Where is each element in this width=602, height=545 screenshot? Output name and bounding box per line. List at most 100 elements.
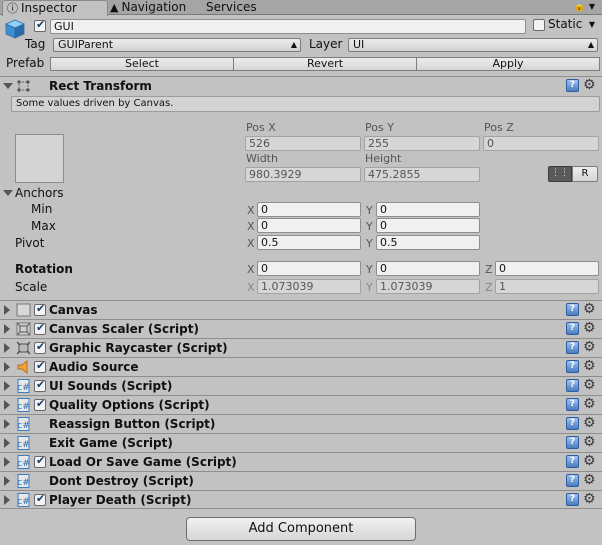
component-enabled-checkbox[interactable]: [34, 397, 46, 411]
rotation-x-field[interactable]: 0: [257, 261, 361, 276]
rotation-y-field[interactable]: 0: [376, 261, 480, 276]
anchor-min-x-field[interactable]: 0: [257, 202, 361, 217]
tag-dropdown[interactable]: GUIParent ▲︎: [53, 38, 301, 52]
component-graphic-raycaster[interactable]: Graphic Raycaster (Script) ? ⚙: [0, 338, 602, 357]
gameobject-active-checkbox[interactable]: [34, 18, 46, 32]
anchor-max-x-field[interactable]: 0: [257, 218, 361, 233]
anchor-max-y-field[interactable]: 0: [376, 218, 480, 233]
pivot-x-field[interactable]: 0.5: [257, 235, 361, 250]
foldout-arrow-icon[interactable]: [4, 400, 10, 410]
gear-icon[interactable]: ⚙: [583, 320, 596, 336]
component-enabled-checkbox[interactable]: [34, 359, 46, 373]
pos-z-field[interactable]: 0: [483, 136, 599, 151]
component-player-death[interactable]: c# Player Death (Script) ? ⚙: [0, 490, 602, 509]
help-book-icon[interactable]: ?: [566, 360, 579, 373]
anchor-min-y-field[interactable]: 0: [376, 202, 480, 217]
prefab-revert-button[interactable]: Revert: [233, 57, 417, 71]
gear-icon[interactable]: ⚙: [583, 491, 596, 507]
component-audio-source[interactable]: Audio Source ? ⚙: [0, 357, 602, 376]
help-book-icon[interactable]: ?: [566, 493, 579, 506]
blueprint-mode-button[interactable]: ⋮⋮: [548, 166, 572, 182]
help-book-icon[interactable]: ?: [566, 455, 579, 468]
component-enabled-checkbox[interactable]: [34, 454, 46, 468]
static-dropdown-icon[interactable]: ▼: [587, 19, 597, 31]
component-dont-destroy[interactable]: c# Dont Destroy (Script) ? ⚙: [0, 471, 602, 490]
raw-edit-button[interactable]: R: [572, 166, 598, 182]
static-checkbox[interactable]: [533, 19, 545, 31]
help-book-icon[interactable]: ?: [566, 341, 579, 354]
help-book-icon[interactable]: ?: [566, 417, 579, 430]
foldout-arrow-icon[interactable]: [4, 324, 10, 334]
component-quality-options[interactable]: c# Quality Options (Script) ? ⚙: [0, 395, 602, 414]
component-enabled-checkbox[interactable]: [34, 378, 46, 392]
component-enabled-checkbox[interactable]: [34, 492, 46, 506]
add-component-button[interactable]: Add Component: [186, 517, 416, 541]
gear-icon[interactable]: ⚙: [583, 453, 596, 469]
pos-y-field[interactable]: 255: [364, 136, 480, 151]
prefab-select-button[interactable]: Select: [50, 57, 234, 71]
scale-z-field[interactable]: 1: [495, 279, 599, 294]
help-book-icon[interactable]: ?: [566, 474, 579, 487]
component-canvas-scaler[interactable]: Canvas Scaler (Script) ? ⚙: [0, 319, 602, 338]
foldout-arrow-icon[interactable]: [3, 83, 13, 89]
component-ui-sounds[interactable]: c# UI Sounds (Script) ? ⚙: [0, 376, 602, 395]
foldout-arrow-icon[interactable]: [4, 362, 10, 372]
anchor-presets-button[interactable]: [15, 134, 64, 183]
prefab-apply-button[interactable]: Apply: [416, 57, 600, 71]
axis-z-label: Z: [485, 263, 493, 276]
gear-icon[interactable]: ⚙: [583, 339, 596, 355]
gear-icon[interactable]: ⚙: [583, 358, 596, 374]
foldout-arrow-icon[interactable]: [4, 457, 10, 467]
svg-text:c#: c#: [17, 402, 30, 412]
component-canvas[interactable]: Canvas ? ⚙: [0, 300, 602, 319]
raycaster-icon: [16, 341, 31, 355]
gear-icon[interactable]: ⚙: [583, 472, 596, 488]
component-reassign-button[interactable]: c# Reassign Button (Script) ? ⚙: [0, 414, 602, 433]
gear-icon[interactable]: ⚙: [583, 415, 596, 431]
layer-dropdown[interactable]: UI ▲︎: [348, 38, 598, 52]
rect-transform-icon: [17, 80, 30, 92]
gameobject-name-input[interactable]: GUI: [50, 19, 526, 34]
help-book-icon[interactable]: ?: [566, 379, 579, 392]
component-exit-game[interactable]: c# Exit Game (Script) ? ⚙: [0, 433, 602, 452]
pos-y-label: Pos Y: [365, 121, 394, 134]
help-book-icon[interactable]: ?: [566, 322, 579, 335]
component-load-or-save-game[interactable]: c# Load Or Save Game (Script) ? ⚙: [0, 452, 602, 471]
component-enabled-checkbox[interactable]: [34, 321, 46, 335]
component-enabled-checkbox[interactable]: [34, 302, 46, 316]
scale-x-field[interactable]: 1.073039: [257, 279, 361, 294]
panel-menu-icon[interactable]: ▼: [587, 1, 597, 13]
pos-x-field[interactable]: 526: [245, 136, 361, 151]
help-book-icon[interactable]: ?: [566, 436, 579, 449]
foldout-arrow-icon[interactable]: [4, 305, 10, 315]
foldout-arrow-icon[interactable]: [4, 343, 10, 353]
tab-navigation[interactable]: ▲ Navigation: [110, 0, 200, 15]
max-label: Max: [31, 219, 56, 233]
help-book-icon[interactable]: ?: [566, 303, 579, 316]
component-enabled-checkbox[interactable]: [34, 340, 46, 354]
component-rect-transform[interactable]: Rect Transform ? ⚙: [0, 76, 602, 95]
anchors-foldout-icon[interactable]: [3, 190, 13, 196]
chevron-down-icon: ▲︎: [587, 40, 594, 49]
width-field[interactable]: 980.3929: [245, 167, 361, 182]
foldout-arrow-icon[interactable]: [4, 419, 10, 429]
help-book-icon[interactable]: ?: [566, 398, 579, 411]
rotation-z-field[interactable]: 0: [495, 261, 599, 276]
foldout-arrow-icon[interactable]: [4, 381, 10, 391]
scale-y-field[interactable]: 1.073039: [376, 279, 480, 294]
tab-inspector[interactable]: ⓘ Inspector: [2, 0, 108, 16]
lock-icon[interactable]: 🔒: [573, 1, 585, 13]
foldout-arrow-icon[interactable]: [4, 495, 10, 505]
gear-icon[interactable]: ⚙: [583, 77, 596, 93]
gear-icon[interactable]: ⚙: [583, 434, 596, 450]
gear-icon[interactable]: ⚙: [583, 301, 596, 317]
component-title: Player Death (Script): [49, 493, 192, 507]
foldout-arrow-icon[interactable]: [4, 476, 10, 486]
foldout-arrow-icon[interactable]: [4, 438, 10, 448]
tab-services[interactable]: Services: [206, 0, 266, 15]
help-book-icon[interactable]: ?: [566, 79, 579, 92]
gear-icon[interactable]: ⚙: [583, 377, 596, 393]
height-field[interactable]: 475.2855: [364, 167, 480, 182]
gear-icon[interactable]: ⚙: [583, 396, 596, 412]
pivot-y-field[interactable]: 0.5: [376, 235, 480, 250]
